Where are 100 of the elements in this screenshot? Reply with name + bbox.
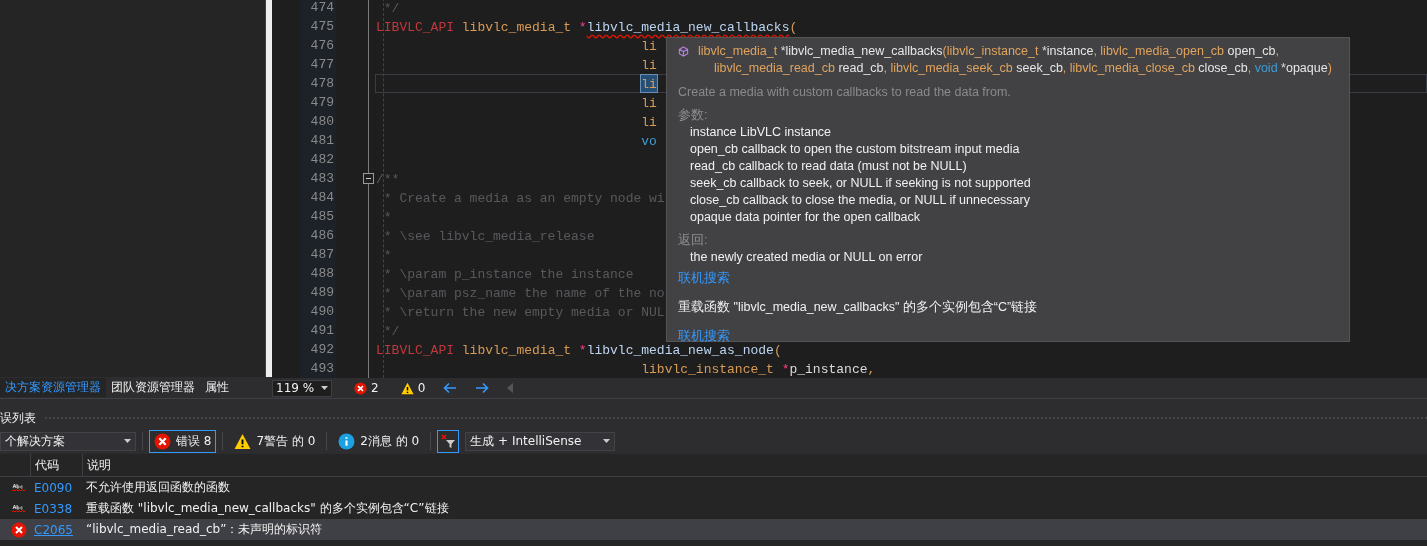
back-arrow-icon[interactable] bbox=[443, 382, 458, 394]
code-token: li bbox=[641, 38, 657, 54]
line-number: 477 bbox=[309, 56, 335, 74]
code-comment: * bbox=[383, 209, 392, 225]
line-number: 479 bbox=[309, 94, 335, 112]
line-number: 489 bbox=[309, 284, 335, 302]
caret-icon bbox=[124, 439, 131, 443]
caret-icon bbox=[603, 439, 611, 443]
line-number: 476 bbox=[309, 37, 335, 55]
caret-icon bbox=[321, 386, 328, 390]
line-number: 488 bbox=[309, 265, 335, 283]
code-comment: /** bbox=[376, 171, 400, 187]
code-token: li bbox=[641, 75, 657, 92]
line-number: 492 bbox=[309, 341, 335, 359]
code-comment: * \see libvlc_media_release bbox=[383, 228, 595, 244]
line-number: 474 bbox=[309, 0, 335, 17]
error-description: “libvlc_media_read_cb”：未声明的标识符 bbox=[86, 521, 323, 538]
parameter-text: seek_cb callback to seek, or NULL if seeking is not supported bbox=[689, 175, 1032, 192]
error-description: 重载函数 "libvlc_media_new_callbacks" 的多个实例包含“C”链接 bbox=[86, 500, 449, 517]
line-number: 484 bbox=[309, 189, 335, 207]
parameter-text: instance LibVLC instance bbox=[689, 124, 833, 141]
code-token: libvlc_media_t bbox=[461, 19, 572, 35]
error-code-link[interactable]: C2065 bbox=[34, 522, 73, 537]
error-description: 不允许使用返回函数的函数 bbox=[86, 479, 230, 496]
error-count: 2 bbox=[371, 381, 379, 395]
code-comment: * bbox=[383, 247, 392, 263]
error-icon bbox=[354, 381, 367, 395]
code-token: * bbox=[781, 361, 790, 377]
code-token: * bbox=[578, 19, 587, 35]
filter-icon[interactable] bbox=[437, 429, 460, 453]
code-token: , bbox=[867, 361, 876, 377]
function-signature: libvlc_media_t *libvlc_media_new_callbacks(libvlc_instance_t *instance, libvlc_media_open_cb open_cb, bbox=[678, 43, 1279, 60]
spelling-icon bbox=[12, 482, 26, 493]
code-token: libvlc_media_new_callbacks bbox=[586, 19, 790, 35]
code-comment: * \param p_instance the instance bbox=[383, 266, 634, 282]
line-number: 475 bbox=[309, 18, 335, 36]
code-token: li bbox=[641, 114, 657, 130]
error-icon bbox=[11, 521, 27, 538]
code-token: LIBVLC_API bbox=[376, 342, 454, 358]
code-token: p_instance bbox=[789, 361, 868, 377]
code-token: libvlc_media_new_as_node bbox=[586, 342, 774, 358]
section-label: 参数: bbox=[678, 107, 709, 124]
code-token: LIBVLC_API bbox=[376, 19, 454, 35]
spelling-icon bbox=[12, 503, 26, 514]
panel-tab[interactable]: 属性 bbox=[200, 378, 234, 397]
column-header[interactable]: 代码 bbox=[35, 456, 59, 474]
parameter-text: opaque data pointer for the open callback bbox=[689, 209, 922, 226]
code-token: li bbox=[641, 57, 657, 73]
function-signature: libvlc_media_read_cb read_cb, libvlc_media_seek_cb seek_cb, libvlc_media_close_cb close_cb, void *opaque) bbox=[713, 60, 1332, 77]
code-token: vo bbox=[641, 133, 657, 149]
code-comment: */ bbox=[383, 323, 400, 339]
error-code-link[interactable]: E0338 bbox=[34, 501, 73, 516]
line-number: 486 bbox=[309, 227, 335, 245]
code-token: * bbox=[578, 342, 587, 358]
parameter-text: read_cb callback to read data (must not be NULL) bbox=[689, 158, 968, 175]
line-number: 487 bbox=[309, 246, 335, 264]
filter-button[interactable]: 错误 8 bbox=[149, 429, 217, 453]
filter-button[interactable]: 7警告 的 0 bbox=[229, 429, 321, 453]
code-comment: */ bbox=[383, 0, 400, 16]
warning-count: 0 bbox=[417, 381, 426, 395]
line-number: 483 bbox=[309, 170, 335, 188]
source-dropdown[interactable]: 生成 + IntelliSense bbox=[465, 431, 616, 451]
line-number: 478 bbox=[309, 75, 335, 93]
line-number: 481 bbox=[309, 132, 335, 150]
parameter-text: open_cb callback to open the custom bitstream input media bbox=[689, 141, 1021, 158]
return-text: the newly created media or NULL on error bbox=[689, 249, 924, 266]
code-comment: * \param psz_name the name of the no bbox=[383, 285, 665, 301]
column-header[interactable]: 说明 bbox=[87, 456, 111, 474]
filter-button[interactable]: 2消息 的 0 bbox=[333, 429, 425, 453]
collapse-icon[interactable] bbox=[363, 173, 374, 184]
zoom-dropdown[interactable]: 119 % bbox=[272, 379, 332, 397]
error-code-link[interactable]: E0090 bbox=[34, 480, 73, 495]
line-number: 490 bbox=[309, 303, 335, 321]
cube-icon bbox=[678, 46, 689, 57]
panel-tab[interactable]: 团队资源管理器 bbox=[106, 378, 200, 397]
line-number: 480 bbox=[309, 113, 335, 131]
code-token: libvlc_media_t bbox=[461, 342, 572, 358]
error-icon bbox=[154, 432, 171, 450]
line-number: 493 bbox=[309, 360, 335, 378]
scope-dropdown[interactable]: 个解决方案 bbox=[0, 431, 136, 451]
message-text: 重载函数 "libvlc_media_new_callbacks" 的多个实例包含“C”链接 bbox=[678, 299, 1039, 316]
code-token: li bbox=[641, 95, 657, 111]
forward-arrow-icon[interactable] bbox=[475, 382, 490, 394]
warning-icon bbox=[400, 381, 414, 395]
error-row[interactable]: C2065 “libvlc_media_read_cb”：未声明的标识符 bbox=[0, 519, 1427, 540]
line-number: 491 bbox=[309, 322, 335, 340]
panel-title: 误列表 bbox=[0, 409, 36, 427]
code-token: ( bbox=[789, 19, 798, 35]
description-text: Create a media with custom callbacks to read the data from. bbox=[678, 84, 1012, 101]
code-token: libvlc_instance_t bbox=[641, 361, 774, 377]
section-label: 返回: bbox=[678, 232, 709, 249]
warning-icon bbox=[234, 432, 252, 450]
line-number: 482 bbox=[309, 151, 335, 169]
panel-tab[interactable]: 决方案资源管理器 bbox=[0, 378, 106, 397]
info-icon bbox=[338, 432, 356, 450]
parameter-text: close_cb callback to close the media, or NULL if unnecessary bbox=[689, 192, 1031, 209]
code-token: ( bbox=[773, 342, 782, 358]
line-number: 485 bbox=[309, 208, 335, 226]
code-comment: * \return the new empty media or NUL bbox=[383, 304, 665, 320]
code-comment: * Create a media as an empty node wi bbox=[383, 190, 665, 206]
